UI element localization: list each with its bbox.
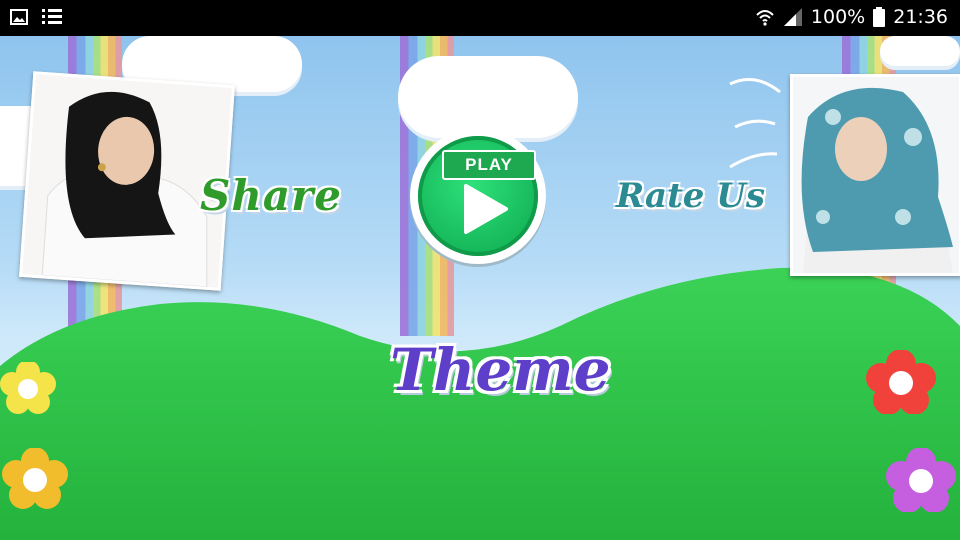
list-icon: [42, 9, 62, 24]
play-label: PLAY: [442, 150, 536, 180]
character-photo-right: [790, 74, 960, 276]
play-button[interactable]: PLAY: [410, 128, 546, 264]
theme-button[interactable]: Theme: [390, 336, 611, 404]
status-bar: 100% 21:36: [0, 0, 960, 36]
signal-icon: [783, 8, 802, 26]
battery-percent: 100%: [810, 6, 866, 28]
wifi-icon: [756, 10, 774, 26]
flower-red: [866, 350, 936, 414]
image-icon: [10, 9, 28, 25]
play-icon: [464, 184, 508, 234]
flower-purple: [886, 448, 956, 512]
rate-us-button[interactable]: Rate Us: [616, 176, 765, 216]
flower-yellow-top: [0, 362, 56, 414]
battery-icon: [873, 7, 886, 27]
character-portrait-right: [793, 77, 959, 273]
play-button-face: PLAY: [418, 136, 538, 256]
game-menu-scene: Share Rate Us Theme PLAY: [0, 36, 960, 540]
share-button[interactable]: Share: [200, 171, 342, 220]
flower-yellow-bottom: [2, 448, 68, 509]
clock: 21:36: [893, 6, 948, 28]
